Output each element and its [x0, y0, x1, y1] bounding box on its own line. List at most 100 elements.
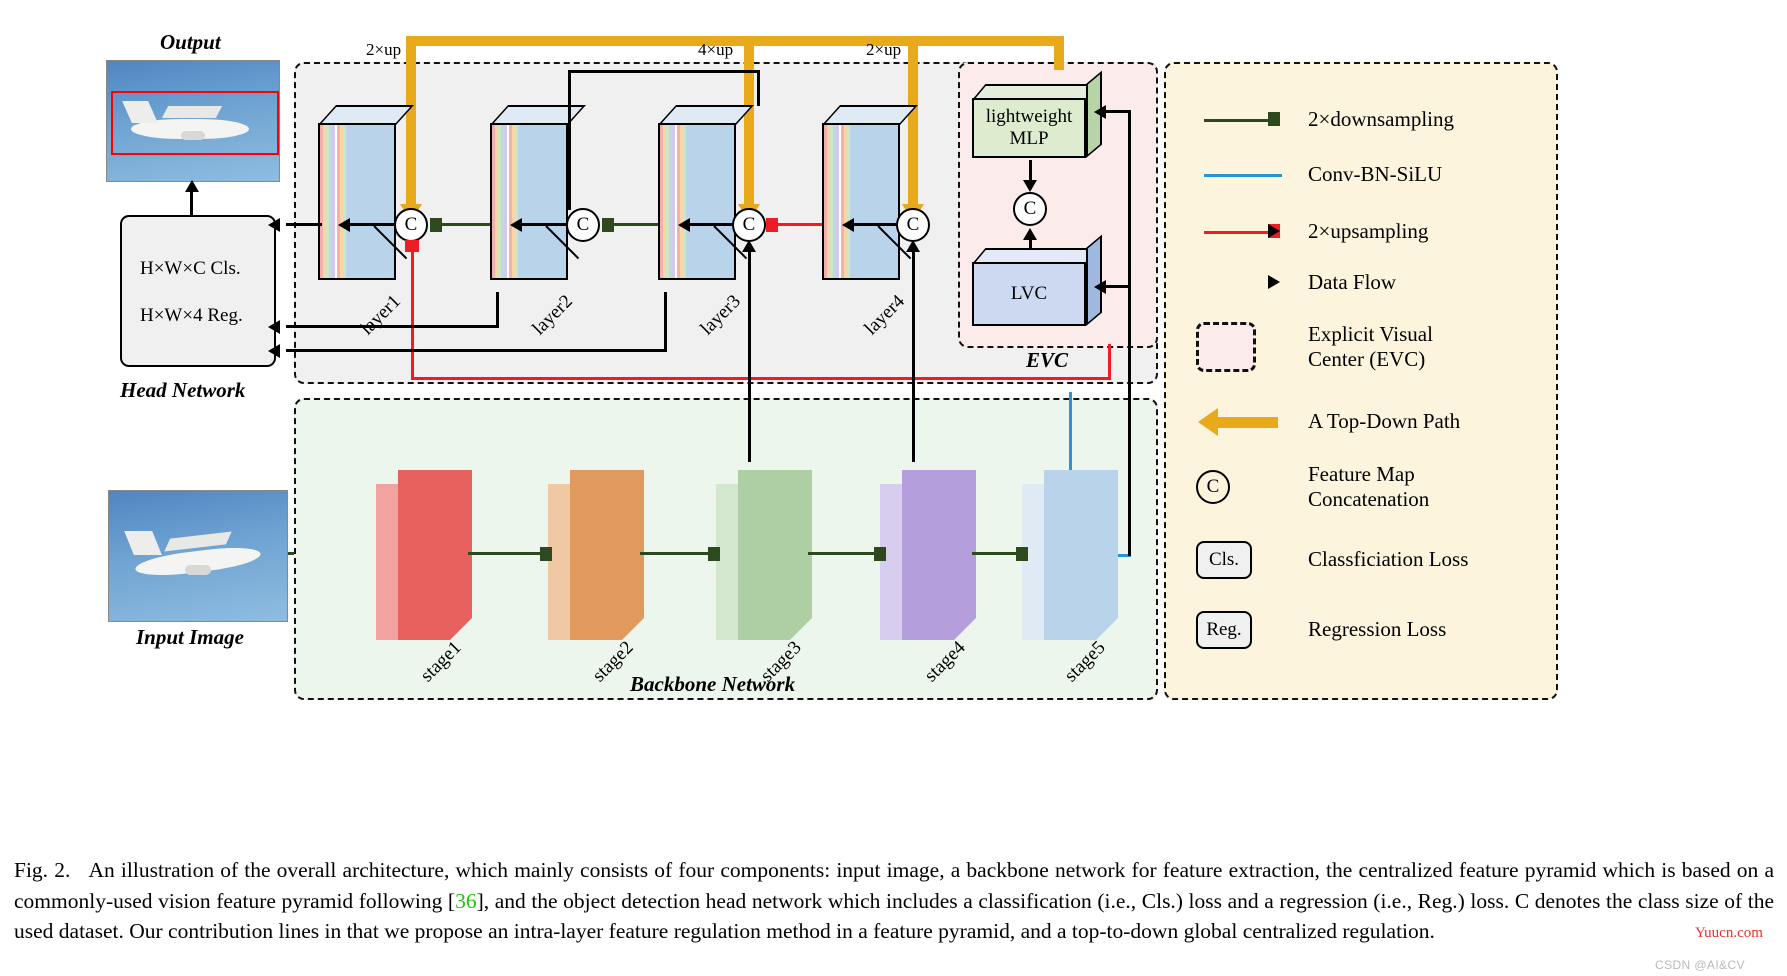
legend-key-reg: Reg.: [1196, 610, 1308, 650]
topdown-stem-evc: [1054, 36, 1064, 70]
layer3-to-head-v: [664, 292, 667, 352]
head-cls-label: H×W×C Cls.: [140, 258, 241, 279]
up-layer4-to-c3-arrow: [766, 218, 778, 232]
backbone-stage-5-side: [1022, 484, 1044, 640]
input-image-title: Input Image: [136, 625, 244, 649]
legend-label-conv: Conv-BN-SiLU: [1308, 162, 1443, 187]
legend-item-2x-upsampling: 2×upsampling: [1196, 212, 1428, 252]
backbone-stage-3: [716, 470, 813, 641]
head-to-output-arrow: [185, 180, 199, 192]
stage2-to-stage3-line: [640, 552, 714, 555]
evc-feedback-to-mlp: [1104, 110, 1130, 113]
stage1-to-stage2-arrow: [540, 547, 552, 561]
flow-c4-to-layer4: [852, 223, 896, 226]
watermark-secondary: CSDN @AI&CV: [1655, 958, 1745, 972]
head-to-output-line: [190, 190, 193, 218]
stage4-to-c4-arrow: [906, 240, 920, 252]
flow-c1-to-layer1: [348, 223, 394, 226]
backbone-stage-5-face: [1044, 470, 1118, 640]
fpn-layer-4: [822, 105, 919, 280]
legend-item-reg-loss: Reg. Regression Loss: [1196, 610, 1446, 650]
backbone-stage-1-corner: [449, 617, 473, 641]
backbone-stage-1: [376, 470, 473, 641]
topdown-horizontal-bar: [406, 36, 1064, 46]
evc-concat-node: C: [1013, 192, 1047, 226]
green-arrow-icon: [1204, 119, 1270, 122]
backbone-stage-2-corner: [621, 617, 645, 641]
lvc-to-concat-arrow: [1023, 228, 1037, 240]
red-rail-up-c1: [411, 250, 414, 380]
fpn-layer-1-channels: [320, 125, 346, 278]
legend-item-conv-bn-silu: Conv-BN-SiLU: [1196, 155, 1442, 195]
mlp-to-concat-arrow: [1023, 180, 1037, 192]
cls-tag-icon: Cls.: [1196, 541, 1252, 579]
stage1-to-stage2-line: [468, 552, 544, 555]
layer1-to-head-line: [286, 223, 322, 226]
evc-title: EVC: [1026, 348, 1069, 372]
backbone-stage-1-side: [376, 484, 398, 640]
gold-arrow-head-icon: [1198, 408, 1218, 436]
lvc-box: LVC: [972, 234, 1102, 326]
evc-feedback-to-mlp-arrow: [1094, 105, 1106, 119]
layer2-to-head-h: [286, 325, 498, 328]
legend-label-reg: Regression Loss: [1308, 617, 1447, 642]
skip-layer2-top: [568, 70, 571, 210]
red-arrow-icon: [1204, 231, 1270, 234]
backbone-stage-1-face: [398, 470, 472, 640]
concat-node-2: C: [566, 208, 600, 242]
gold-arrow-icon: [1216, 417, 1278, 428]
black-arrow-icon: [1204, 282, 1270, 285]
legend-key-topdown: [1196, 402, 1308, 442]
stage3-to-stage4-line: [808, 552, 880, 555]
stage2-to-stage3-arrow: [708, 547, 720, 561]
layer3-to-head-arrow: [268, 344, 280, 358]
fpn-layer-3: [658, 105, 755, 280]
down-layer3-to-c2: [614, 223, 658, 226]
legend-label-upsample: 2×upsampling: [1308, 219, 1429, 244]
skip-layer2-top-h: [568, 70, 760, 73]
flow-c2-to-layer2-arrow: [510, 218, 522, 232]
concat-circle-icon: C: [1196, 470, 1230, 505]
flow-c3-to-layer3-arrow: [678, 218, 690, 232]
legend-key-upsample: [1196, 212, 1308, 252]
backbone-stage-4-side: [880, 484, 902, 640]
stage3-to-c3-line: [748, 250, 751, 462]
legend-label-concat: Feature Map Concatenation: [1308, 462, 1430, 512]
topdown-stem-layer4: [908, 36, 918, 218]
backbone-stage-4: [880, 470, 977, 641]
flow-c4-to-layer4-arrow: [842, 218, 854, 232]
fpn-layer-1: [318, 105, 415, 280]
layer1-to-head-arrow: [268, 218, 280, 232]
layer2-to-head-arrow: [268, 320, 280, 334]
stage4-to-stage5-arrow: [1016, 547, 1028, 561]
concat-node-4: C: [896, 208, 930, 242]
legend-item-topdown: A Top-Down Path: [1196, 402, 1460, 442]
fpn-layer-3-channels: [660, 125, 686, 278]
backbone-stage-5: [1022, 470, 1119, 641]
stage4-to-c4-line: [912, 250, 915, 462]
red-rail-stem-evc: [1108, 344, 1111, 380]
legend-label-cls: Classficiation Loss: [1308, 547, 1469, 572]
watermark-primary: Yuucn.com: [1695, 925, 1763, 941]
backbone-title: Backbone Network: [630, 672, 796, 696]
legend-key-cls: Cls.: [1196, 540, 1308, 580]
black-arrow-head-icon: [1268, 275, 1280, 289]
output-title: Output: [160, 30, 221, 54]
red-rail-up-c1-arrow: [405, 240, 419, 252]
lightweight-mlp-face: lightweight MLP: [972, 98, 1086, 158]
skip-layer3-down: [757, 70, 760, 106]
output-bbox: [111, 91, 279, 155]
backbone-stage-3-face: [738, 470, 812, 640]
backbone-stage-5-corner: [1095, 617, 1119, 641]
concat-node-1: C: [394, 208, 428, 242]
legend-item-concat: C Feature Map Concatenation: [1196, 462, 1429, 512]
backbone-stage-2: [548, 470, 645, 641]
backbone-stage-3-side: [716, 484, 738, 640]
input-plane-engine: [185, 565, 211, 575]
up-layer4-to-c3: [778, 223, 822, 226]
fpn-layer-2: [490, 105, 587, 280]
topdown-stem-layer1: [406, 36, 416, 218]
stage3-to-stage4-arrow: [874, 547, 886, 561]
flow-c2-to-layer2: [520, 223, 566, 226]
down-layer3-to-c2-arrow: [602, 218, 614, 232]
